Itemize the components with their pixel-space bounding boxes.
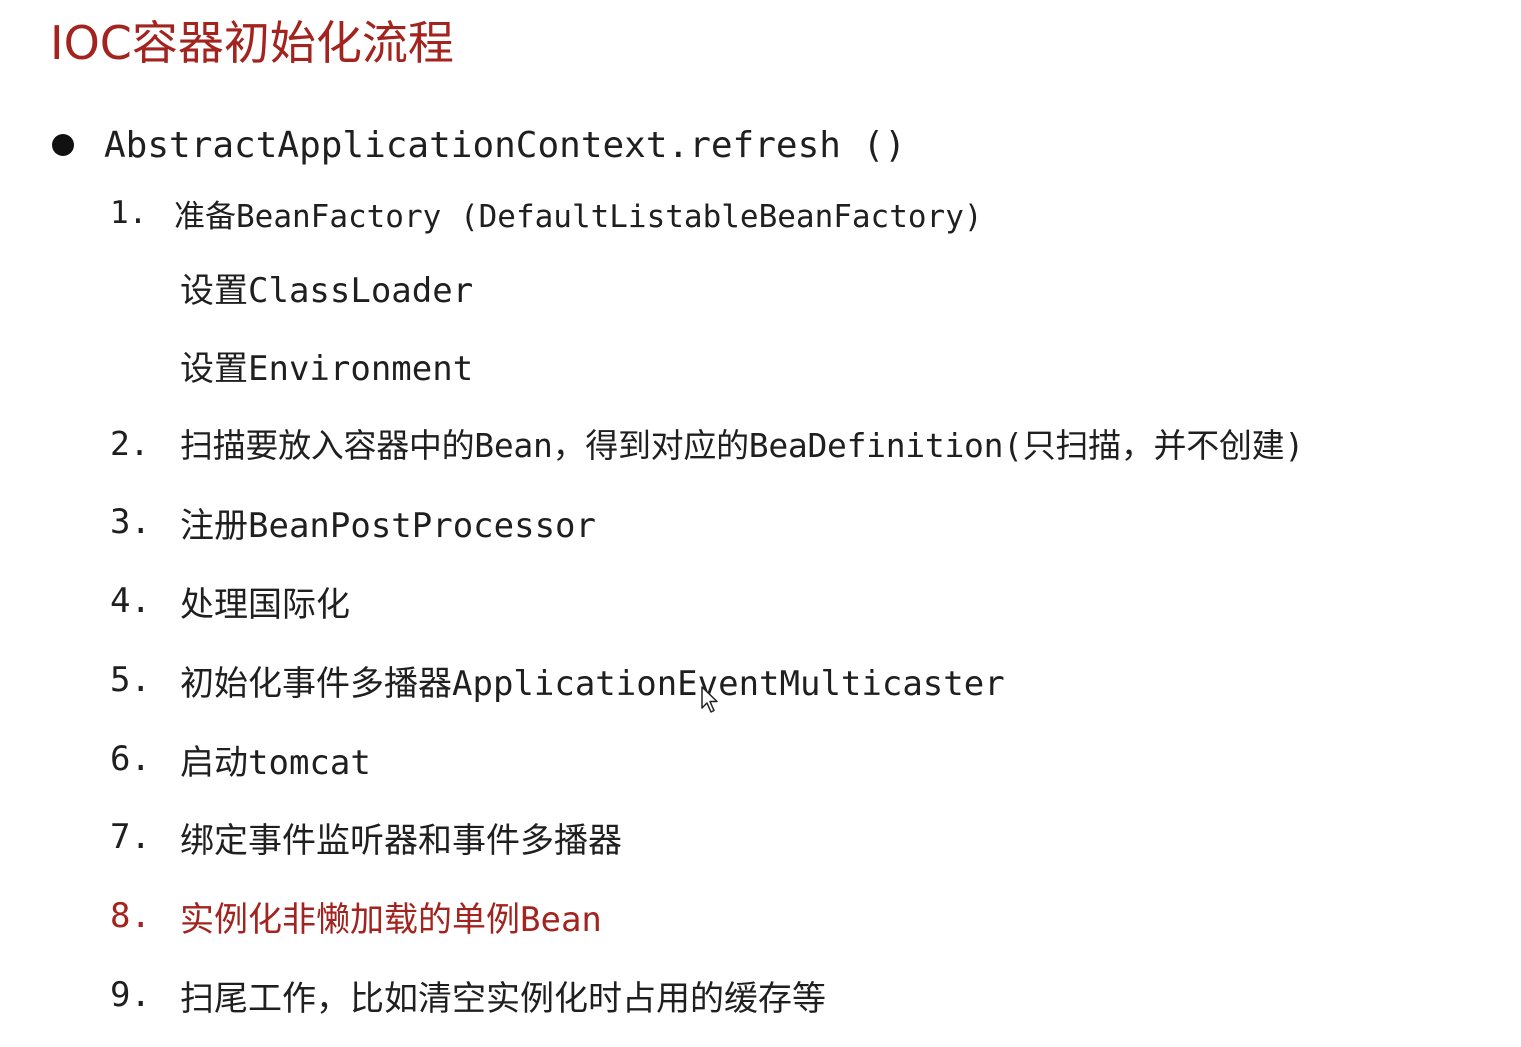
step-2: 2. 扫描要放入容器中的Bean，得到对应的BeaDefinition(只扫描，… [110, 418, 1304, 468]
slide: IOC容器初始化流程 AbstractApplicationContext.re… [0, 0, 1521, 1047]
step-number: 3. [110, 502, 151, 542]
step-number: 1. [110, 195, 148, 231]
step-text: 启动tomcat [180, 742, 371, 783]
step-7: 7. 绑定事件监听器和事件多播器 [110, 812, 622, 862]
step-9: 9. 扫尾工作，比如清空实例化时占用的缓存等 [110, 970, 826, 1020]
step-text: 扫尾工作，比如清空实例化时占用的缓存等 [180, 978, 826, 1019]
substep-environment: 设置Environment [180, 340, 473, 390]
step-number: 8. [110, 896, 151, 936]
substep-classloader: 设置ClassLoader [180, 262, 473, 312]
step-text: 初始化事件多播器ApplicationEventMulticaster [180, 663, 1005, 704]
step-number: 9. [110, 975, 151, 1015]
page-title: IOC容器初始化流程 [50, 16, 454, 70]
substep-text: 设置Environment [180, 348, 474, 389]
step-number: 6. [110, 739, 151, 779]
step-1: 1. 准备BeanFactory (DefaultListableBeanFac… [110, 188, 983, 238]
step-text: 扫描要放入容器中的Bean，得到对应的BeaDefinition(只扫描，并不创… [180, 426, 1304, 465]
mouse-pointer-icon [701, 686, 718, 713]
bullet-item-refresh: AbstractApplicationContext.refresh () [52, 120, 906, 170]
step-number: 5. [110, 660, 151, 700]
step-5: 5. 初始化事件多播器ApplicationEventMulticaster [110, 655, 1005, 705]
step-3: 3. 注册BeanPostProcessor [110, 497, 596, 547]
step-text: 实例化非懒加载的单例Bean [180, 899, 602, 940]
step-text: 准备BeanFactory (DefaultListableBeanFactor… [174, 198, 983, 235]
step-text: 处理国际化 [180, 584, 350, 625]
bullet-text: AbstractApplicationContext.refresh () [104, 124, 906, 166]
step-4: 4. 处理国际化 [110, 576, 350, 626]
step-8: 8. 实例化非懒加载的单例Bean [110, 891, 602, 941]
step-text: 注册BeanPostProcessor [180, 505, 596, 546]
substep-text: 设置ClassLoader [180, 270, 474, 311]
bullet-icon [52, 134, 74, 156]
step-number: 2. [110, 423, 150, 463]
step-number: 4. [110, 581, 151, 621]
step-6: 6. 启动tomcat [110, 734, 371, 784]
step-text: 绑定事件监听器和事件多播器 [180, 820, 622, 861]
step-number: 7. [110, 817, 151, 857]
